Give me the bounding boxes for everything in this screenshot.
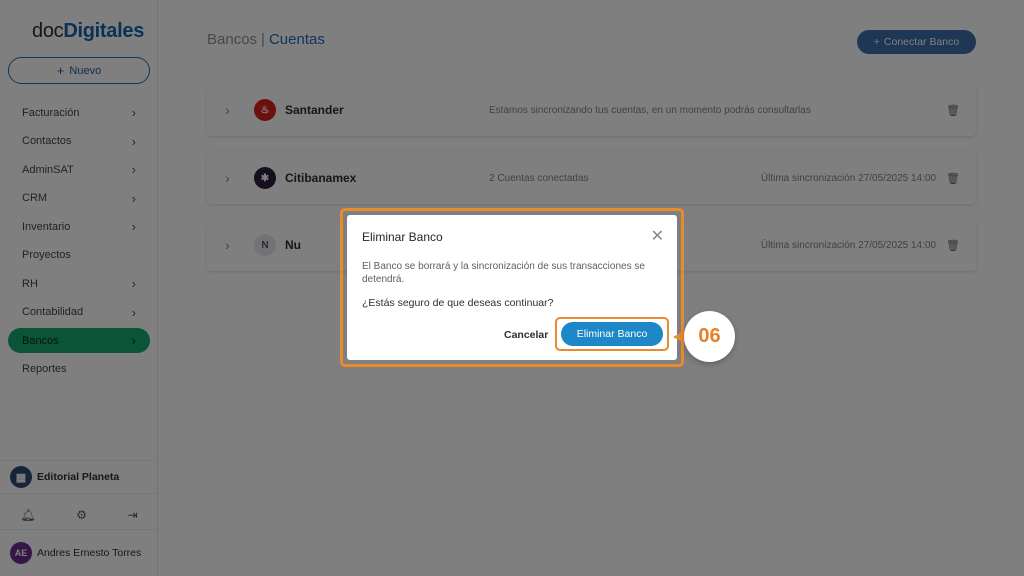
cancel-button[interactable]: Cancelar [504,329,548,341]
dialog-message: El Banco se borrará y la sincronización … [362,261,645,285]
dialog-question: ¿Estás seguro de que deseas continuar? [362,297,554,309]
delete-bank-button[interactable]: Eliminar Banco [561,322,663,346]
step-number-badge: 06 [684,311,735,362]
dialog-title: Eliminar Banco [362,230,443,244]
close-icon[interactable]: ✕ [651,226,664,246]
